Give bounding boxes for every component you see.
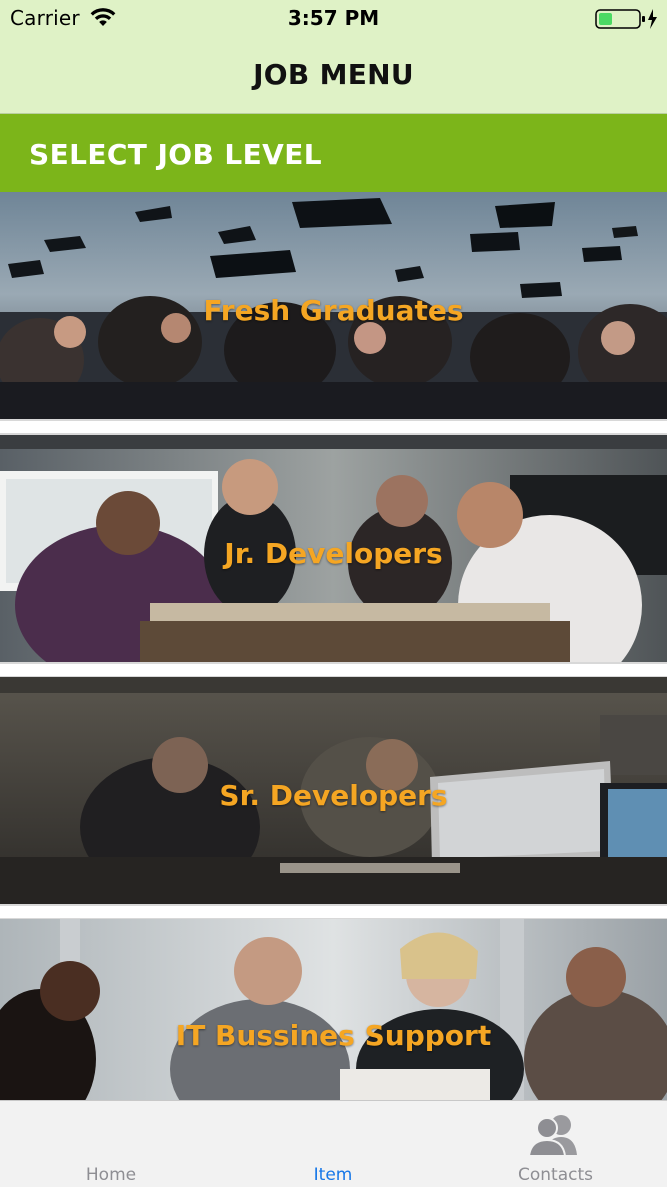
contacts-icon xyxy=(527,1115,577,1157)
tab-item[interactable]: Item xyxy=(222,1101,444,1187)
status-time: 3:57 PM xyxy=(287,6,380,30)
section-header: SELECT JOB LEVEL xyxy=(0,114,667,192)
tab-bar: Home Item Contacts xyxy=(0,1100,667,1187)
battery-charging-icon xyxy=(595,9,657,29)
job-menu-screen: Carrier 3:57 PM JOB MENU SELECT JOB LEVE… xyxy=(0,0,667,1187)
tab-home[interactable]: Home xyxy=(0,1101,222,1187)
status-bar: Carrier 3:57 PM xyxy=(0,0,667,40)
job-level-label: Fresh Graduates xyxy=(203,294,464,327)
job-level-sr-developers[interactable]: Sr. Developers xyxy=(0,677,667,904)
job-level-label: IT Bussines Support xyxy=(175,1019,492,1052)
divider xyxy=(0,904,667,919)
navigation-bar: JOB MENU xyxy=(0,40,667,114)
tab-contacts[interactable]: Contacts xyxy=(444,1101,667,1187)
divider xyxy=(0,662,667,677)
tab-home-label: Home xyxy=(85,1165,137,1185)
page-title: JOB MENU xyxy=(253,58,414,91)
job-level-jr-developers[interactable]: Jr. Developers xyxy=(0,435,667,662)
job-level-it-business-support[interactable]: IT Bussines Support xyxy=(0,919,667,1100)
job-level-label: Jr. Developers xyxy=(224,537,443,570)
divider xyxy=(0,419,667,435)
job-level-fresh-graduates[interactable]: Fresh Graduates xyxy=(0,192,667,419)
section-title: SELECT JOB LEVEL xyxy=(29,138,322,171)
tab-item-label: Item xyxy=(313,1165,353,1185)
job-level-label: Sr. Developers xyxy=(219,779,448,812)
business-meeting-photo xyxy=(0,919,667,1100)
tab-contacts-label: Contacts xyxy=(518,1165,593,1185)
